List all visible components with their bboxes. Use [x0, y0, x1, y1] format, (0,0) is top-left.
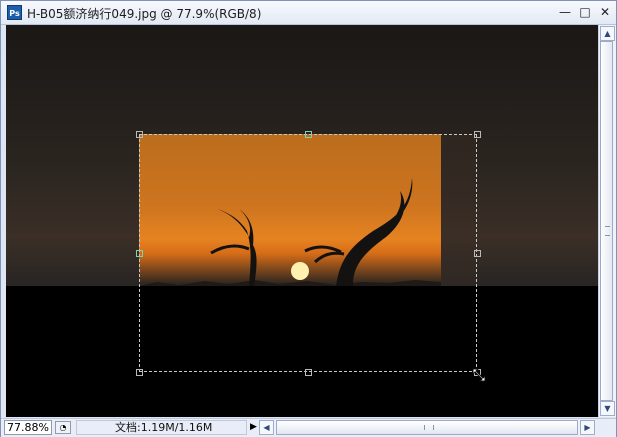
- crop-handle-bottom-center[interactable]: [305, 369, 312, 376]
- horizontal-scrollbar[interactable]: ◀ ▶: [259, 420, 595, 435]
- window-titlebar[interactable]: Ps H-B05额济纳行049.jpg @ 77.9%(RGB/8) — □ ✕: [1, 1, 616, 25]
- crop-handle-middle-right[interactable]: [474, 250, 481, 257]
- horizontal-scroll-grip-icon: [424, 425, 434, 430]
- minimize-button[interactable]: —: [556, 4, 574, 20]
- document-size-info[interactable]: 文档:1.19M/1.16M: [76, 420, 247, 435]
- vertical-scroll-thumb[interactable]: [600, 41, 613, 401]
- crop-handle-middle-left[interactable]: [136, 250, 143, 257]
- crop-selection-box[interactable]: [136, 131, 481, 376]
- scroll-down-button[interactable]: ▼: [600, 401, 615, 416]
- photoshop-document-window: Ps H-B05额济纳行049.jpg @ 77.9%(RGB/8) — □ ✕: [0, 0, 617, 437]
- zoom-navigator-button[interactable]: ◔: [55, 421, 71, 434]
- scroll-left-button[interactable]: ◀: [259, 420, 274, 435]
- vertical-scrollbar[interactable]: ▲ ▼: [598, 25, 616, 417]
- scroll-up-button[interactable]: ▲: [600, 26, 615, 41]
- navigator-icon: ◔: [59, 423, 67, 432]
- photoshop-icon: Ps: [7, 5, 22, 20]
- resize-cursor-icon: [472, 368, 486, 382]
- status-menu-button[interactable]: ▶: [248, 421, 259, 434]
- crop-handle-top-right[interactable]: [474, 131, 481, 138]
- close-button[interactable]: ✕: [596, 4, 614, 20]
- maximize-button[interactable]: □: [576, 4, 594, 20]
- scroll-right-button[interactable]: ▶: [580, 420, 595, 435]
- horizontal-scroll-thumb[interactable]: [276, 420, 578, 435]
- status-bar: 77.88% ◔ 文档:1.19M/1.16M ▶ ◀ ▶: [1, 418, 616, 437]
- vertical-scroll-grip-icon: [605, 226, 610, 236]
- document-title: H-B05额济纳行049.jpg @ 77.9%(RGB/8): [27, 7, 262, 21]
- crop-handle-top-center[interactable]: [305, 131, 312, 138]
- zoom-level-field[interactable]: 77.88%: [4, 420, 52, 435]
- image-canvas[interactable]: [6, 25, 598, 417]
- crop-handle-bottom-left[interactable]: [136, 369, 143, 376]
- crop-handle-top-left[interactable]: [136, 131, 143, 138]
